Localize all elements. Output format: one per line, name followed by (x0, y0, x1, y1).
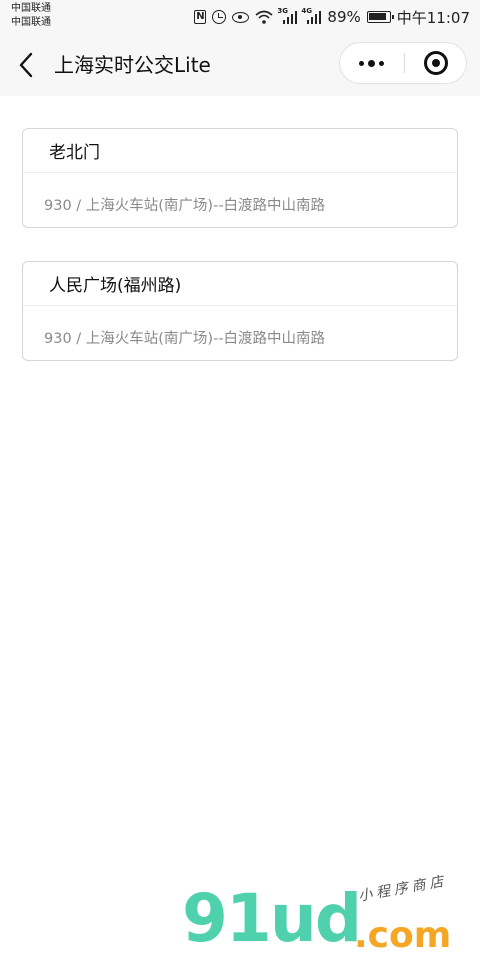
route-info: 930 / 上海火车站(南广场)--白渡路中山南路 (44, 331, 326, 347)
card-divider (23, 305, 457, 306)
stop-card[interactable]: 老北门 930 / 上海火车站(南广场)--白渡路中山南路 (22, 128, 458, 228)
navigation-bar: 上海实时公交Lite (0, 34, 480, 96)
watermark-logo: 91ud (182, 880, 362, 957)
more-button[interactable] (340, 43, 404, 83)
stop-name: 老北门 (49, 143, 100, 163)
more-dots-icon (359, 61, 364, 66)
signal-icon-2: 4G (301, 7, 322, 24)
page-title: 上海实时公交Lite (54, 53, 211, 77)
clock: 中午11:07 (396, 8, 470, 27)
battery-percentage: 89% (327, 8, 361, 26)
network-type-2: 4G (301, 7, 313, 15)
watermark: 91ud .com 小程序商店 (182, 873, 472, 957)
stop-card[interactable]: 人民广场(福州路) 930 / 上海火车站(南广场)--白渡路中山南路 (22, 261, 458, 361)
eye-comfort-icon (232, 11, 250, 23)
route-info: 930 / 上海火车站(南广场)--白渡路中山南路 (44, 198, 326, 214)
more-dots-icon (368, 60, 375, 67)
alarm-icon (212, 10, 227, 24)
status-indicators: N 3G 4G 89% 中午11:07 (194, 6, 470, 28)
card-divider (23, 172, 457, 173)
signal-icon-1: 3G (277, 7, 298, 24)
nfc-icon: N (194, 10, 207, 24)
chevron-left-icon (19, 52, 33, 78)
carrier-name-2: 中国联通 (11, 17, 51, 28)
back-button[interactable] (14, 48, 44, 82)
network-type-1: 3G (277, 7, 289, 15)
wifi-icon (255, 10, 273, 24)
target-close-icon-dot (432, 59, 440, 67)
more-dots-icon (379, 61, 384, 66)
carrier-info: 中国联通 中国联通 (11, 2, 51, 30)
stop-name: 人民广场(福州路) (49, 276, 182, 296)
carrier-name-1: 中国联通 (11, 3, 51, 14)
watermark-tagline: 小程序商店 (357, 873, 449, 905)
battery-icon (366, 11, 394, 23)
close-mini-program-button[interactable] (405, 43, 467, 83)
status-bar: 中国联通 中国联通 N 3G 4G 89% 中午11:07 (0, 0, 480, 34)
watermark-domain: .com (354, 915, 452, 956)
mini-program-capsule (339, 42, 467, 84)
